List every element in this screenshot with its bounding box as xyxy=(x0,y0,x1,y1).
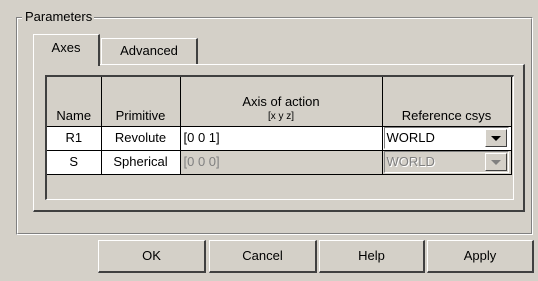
reference-csys-value: WORLD xyxy=(386,130,435,145)
header-axis-label: Axis of action xyxy=(242,93,320,109)
apply-button[interactable]: Apply xyxy=(427,240,534,273)
row-name-cell: R1 xyxy=(47,126,102,151)
header-reference-csys: Reference csys xyxy=(382,77,512,127)
dropdown-button-disabled xyxy=(484,153,507,171)
chevron-down-icon xyxy=(490,160,501,165)
ok-button[interactable]: OK xyxy=(98,240,206,273)
dropdown-button[interactable] xyxy=(484,129,507,147)
header-name: Name xyxy=(47,77,102,127)
axis-of-action-input[interactable]: [0 0 1] xyxy=(180,126,383,151)
reference-csys-cell: WORLD xyxy=(382,126,512,151)
reference-csys-select[interactable]: WORLD xyxy=(383,127,509,149)
axis-of-action-input-disabled: [0 0 0] xyxy=(180,150,383,175)
header-primitive: Primitive xyxy=(101,77,181,127)
header-axis-sublabel: [x y z] xyxy=(267,110,295,122)
tab-axes[interactable]: Axes xyxy=(33,34,100,66)
tab-advanced[interactable]: Advanced xyxy=(101,38,198,64)
parameters-dialog: Parameters Axes Advanced Name Primitive … xyxy=(0,0,538,281)
help-button[interactable]: Help xyxy=(319,240,425,273)
reference-csys-value: WORLD xyxy=(386,154,435,169)
row-primitive-cell: Spherical xyxy=(101,150,181,175)
axes-table: Name Primitive Axis of action [x y z] Re… xyxy=(45,75,514,200)
table-row: R1 Revolute [0 0 1] WORLD xyxy=(47,126,512,151)
row-primitive-cell: Revolute xyxy=(101,126,181,151)
group-title: Parameters xyxy=(22,9,95,25)
chevron-down-icon xyxy=(490,136,501,141)
reference-csys-select-disabled: WORLD xyxy=(383,151,509,173)
table-header-row: Name Primitive Axis of action [x y z] Re… xyxy=(47,77,512,127)
header-axis-of-action: Axis of action [x y z] xyxy=(180,77,383,127)
table-row: S Spherical [0 0 0] WORLD xyxy=(47,150,512,175)
row-name-cell: S xyxy=(47,150,102,175)
cancel-button[interactable]: Cancel xyxy=(209,240,317,273)
reference-csys-cell: WORLD xyxy=(382,150,512,175)
